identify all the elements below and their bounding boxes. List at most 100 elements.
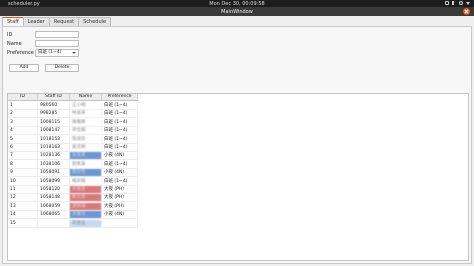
preference-select[interactable]: 白班 (1~4) (35, 49, 79, 57)
cell-name[interactable]: 謝佩珊 (70, 202, 102, 211)
cell-id[interactable]: 15 (8, 219, 38, 228)
table-row[interactable]: 15 郭彥廷 (8, 219, 138, 228)
cell-preference[interactable]: 大夜 (PH) (102, 202, 138, 211)
cell-name[interactable]: 黃志明 (70, 144, 102, 152)
cell-preference[interactable]: 白班 (1~4) (102, 160, 138, 169)
chevron-down-icon[interactable] (466, 2, 470, 5)
preference-label: Preference (7, 50, 34, 56)
cell-staff-id[interactable]: 1008147 (38, 127, 70, 136)
cell-id[interactable]: 10 (8, 177, 38, 186)
cell-preference[interactable]: 小夜 (4N) (102, 211, 138, 220)
cell-id[interactable]: 4 (8, 127, 38, 136)
add-button[interactable]: Add (9, 64, 39, 72)
table-row[interactable]: 14 1068065 洪嘉玲 小夜 (4N) (8, 211, 138, 220)
cell-name[interactable]: 李佳穎 (70, 127, 102, 136)
cell-name[interactable]: 吳宜君 (70, 152, 102, 161)
cell-name[interactable]: 王小明 (70, 102, 102, 110)
cell-name[interactable]: 劉家豪 (70, 160, 102, 169)
table-row[interactable]: 4 1008147 李佳穎 白班 (1~4) (8, 127, 138, 136)
cell-staff-id[interactable]: 1038106 (38, 160, 70, 169)
cell-staff-id[interactable]: 1058099 (38, 177, 70, 186)
staff-panel: ID Name Preference 白班 (1~4) Add Delete I… (2, 26, 472, 264)
cell-name[interactable]: 蔡欣怡 (70, 169, 102, 178)
tab-schedule[interactable]: Schedule (78, 17, 112, 26)
cell-name[interactable]: 楊宗翰 (70, 177, 102, 186)
cell-preference[interactable]: 白班 (1~4) (102, 135, 138, 144)
tab-bar: Staff Leader Request Schedule (2, 17, 112, 27)
cell-preference[interactable]: 白班 (1~4) (102, 118, 138, 127)
cell-name[interactable]: 林美華 (70, 110, 102, 119)
cell-id[interactable]: 8 (8, 160, 38, 169)
cell-preference[interactable]: 白班 (1~4) (102, 127, 138, 136)
column-header-name[interactable]: Name (70, 94, 102, 100)
table-row[interactable]: 9 1058091 蔡欣怡 小夜 (4N) (8, 169, 138, 178)
id-input[interactable] (35, 31, 79, 38)
cell-preference[interactable]: 大夜 (PH) (102, 186, 138, 194)
table-row[interactable]: 10 1058099 楊宗翰 白班 (1~4) (8, 177, 138, 186)
tab-leader[interactable]: Leader (22, 17, 50, 26)
cell-id[interactable]: 5 (8, 135, 38, 144)
table-row[interactable]: 2 998285 林美華 白班 (1~4) (8, 110, 138, 119)
staff-table[interactable]: ID Staff ID Name Preference 1 980560 王小明 白班… (7, 93, 469, 261)
cell-staff-id[interactable]: 1018163 (38, 144, 70, 152)
cell-name[interactable]: 張淑芬 (70, 135, 102, 144)
name-input[interactable] (35, 40, 79, 47)
window-title-bar[interactable]: MainWindow (0, 7, 474, 16)
cell-preference[interactable]: 大夜 (PH) (102, 194, 138, 203)
cell-id[interactable]: 3 (8, 118, 38, 127)
column-header-id[interactable]: ID (8, 94, 38, 100)
network-icon[interactable] (445, 1, 449, 5)
cell-staff-id[interactable]: 1028136 (38, 152, 70, 161)
tab-request[interactable]: Request (48, 17, 80, 26)
table-row[interactable]: 8 1038106 劉家豪 白班 (1~4) (8, 160, 138, 169)
cell-id[interactable]: 9 (8, 169, 38, 178)
cell-id[interactable]: 11 (8, 186, 38, 194)
cell-staff-id[interactable]: 1058091 (38, 169, 70, 178)
cell-staff-id[interactable] (38, 219, 70, 228)
table-row[interactable]: 1 980560 王小明 白班 (1~4) (8, 102, 138, 110)
cell-preference[interactable]: 白班 (1~4) (102, 177, 138, 186)
table-row[interactable]: 5 1018153 張淑芬 白班 (1~4) (8, 135, 138, 144)
cell-id[interactable]: 2 (8, 110, 38, 119)
cell-preference[interactable]: 白班 (1~4) (102, 144, 138, 152)
cell-preference[interactable]: 小夜 (4N) (102, 169, 138, 178)
cell-id[interactable]: 6 (8, 144, 38, 152)
cell-id[interactable]: 7 (8, 152, 38, 161)
cell-staff-id[interactable]: 1058148 (38, 194, 70, 203)
delete-button[interactable]: Delete (45, 64, 79, 72)
volume-icon[interactable] (452, 1, 456, 5)
table-row[interactable]: 6 1018163 黃志明 白班 (1~4) (8, 144, 138, 152)
table-row[interactable]: 13 1068059 謝佩珊 大夜 (PH) (8, 202, 138, 211)
cell-name[interactable]: 陳雅婷 (70, 118, 102, 127)
cell-staff-id[interactable]: 1068065 (38, 211, 70, 220)
cell-staff-id[interactable]: 998285 (38, 110, 70, 119)
cell-id[interactable]: 14 (8, 211, 38, 220)
cell-id[interactable]: 12 (8, 194, 38, 203)
cell-name[interactable]: 許雅雯 (70, 186, 102, 194)
cell-name[interactable]: 鄭文傑 (70, 194, 102, 203)
close-window-button[interactable] (463, 8, 470, 15)
cell-staff-id[interactable]: 1068059 (38, 202, 70, 211)
column-header-preference[interactable]: Preference (102, 94, 138, 100)
cell-name[interactable]: 郭彥廷 (70, 219, 102, 228)
system-top-bar: scheduler.py Mon Dec 30, 00:09:58 (0, 0, 474, 7)
cell-staff-id[interactable]: 1058120 (38, 186, 70, 194)
cell-staff-id[interactable]: 1018153 (38, 135, 70, 144)
cell-staff-id[interactable]: 980560 (38, 102, 70, 110)
cell-id[interactable]: 1 (8, 102, 38, 110)
table-row[interactable]: 12 1058148 鄭文傑 大夜 (PH) (8, 194, 138, 203)
cell-preference[interactable] (102, 219, 138, 228)
column-header-staff-id[interactable]: Staff ID (38, 94, 70, 100)
cell-preference[interactable]: 小夜 (4N) (102, 152, 138, 161)
system-tray[interactable] (445, 1, 470, 5)
cell-preference[interactable]: 白班 (1~4) (102, 110, 138, 119)
table-row[interactable]: 3 1008115 陳雅婷 白班 (1~4) (8, 118, 138, 127)
cell-preference[interactable]: 白班 (1~4) (102, 102, 138, 110)
preference-selected-value: 白班 (1~4) (38, 50, 62, 55)
cell-staff-id[interactable]: 1008115 (38, 118, 70, 127)
cell-name[interactable]: 洪嘉玲 (70, 211, 102, 220)
table-row[interactable]: 7 1028136 吳宜君 小夜 (4N) (8, 152, 138, 161)
power-icon[interactable] (459, 1, 463, 5)
table-row[interactable]: 11 1058120 許雅雯 大夜 (PH) (8, 186, 138, 194)
cell-id[interactable]: 13 (8, 202, 38, 211)
